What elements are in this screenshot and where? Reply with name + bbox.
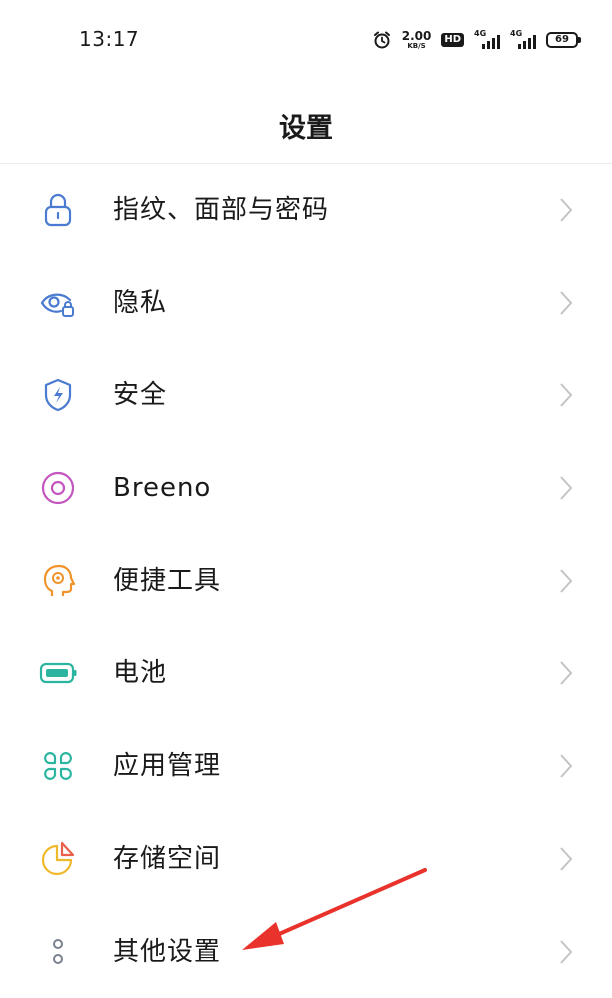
settings-item-label: 应用管理 (113, 746, 221, 786)
apps-icon (38, 746, 78, 786)
settings-item-label: 安全 (113, 375, 167, 415)
settings-item-label: 指纹、面部与密码 (113, 190, 329, 230)
network-speed: 2.00 KB/S (402, 30, 432, 50)
chevron-right-icon (558, 288, 574, 318)
settings-item-privacy[interactable]: 隐私 (0, 257, 612, 350)
battery-icon (38, 653, 78, 693)
settings-item-label: 存储空间 (113, 839, 221, 879)
settings-item-convenience-tools[interactable]: 便捷工具 (0, 535, 612, 628)
lock-icon (38, 190, 78, 230)
settings-item-security-password[interactable]: 指纹、面部与密码 (0, 164, 612, 257)
annotation-arrow-icon (230, 860, 440, 960)
chevron-right-icon (558, 380, 574, 410)
breeno-icon (38, 468, 78, 508)
alarm-icon (372, 30, 392, 50)
status-icons: 2.00 KB/S HD 4G 4G 69 (372, 27, 578, 53)
settings-item-battery[interactable]: 电池 (0, 627, 612, 720)
status-bar: 13:17 2.00 KB/S HD 4G 4G 69 (0, 0, 612, 80)
status-time: 13:17 (79, 27, 139, 51)
settings-item-label: 隐私 (113, 283, 167, 323)
chevron-right-icon (558, 195, 574, 225)
chevron-right-icon (558, 751, 574, 781)
chevron-right-icon (558, 566, 574, 596)
network-speed-value: 2.00 (402, 30, 432, 42)
chevron-right-icon (558, 658, 574, 688)
shield-icon (38, 375, 78, 415)
settings-item-breeno[interactable]: Breeno (0, 442, 612, 535)
settings-item-security[interactable]: 安全 (0, 349, 612, 442)
settings-item-app-management[interactable]: 应用管理 (0, 720, 612, 813)
page-title: 设置 (0, 106, 612, 145)
settings-item-label: 便捷工具 (113, 561, 221, 601)
signal-icon: 4G (474, 30, 500, 50)
hd-icon: HD (441, 33, 464, 47)
battery-indicator: 69 (546, 32, 578, 48)
signal-icon: 4G (510, 30, 536, 50)
chevron-right-icon (558, 844, 574, 874)
network-speed-unit: KB/S (407, 43, 425, 50)
chevron-right-icon (558, 937, 574, 967)
settings-item-label: Breeno (113, 468, 211, 508)
chevron-right-icon (558, 473, 574, 503)
battery-level: 69 (555, 35, 569, 45)
settings-item-label: 其他设置 (113, 932, 221, 972)
more-icon (38, 932, 78, 972)
head-icon (38, 561, 78, 601)
eye-lock-icon (38, 283, 78, 323)
settings-item-label: 电池 (113, 653, 167, 693)
pie-icon (38, 839, 78, 879)
header: 设置 (0, 80, 612, 164)
